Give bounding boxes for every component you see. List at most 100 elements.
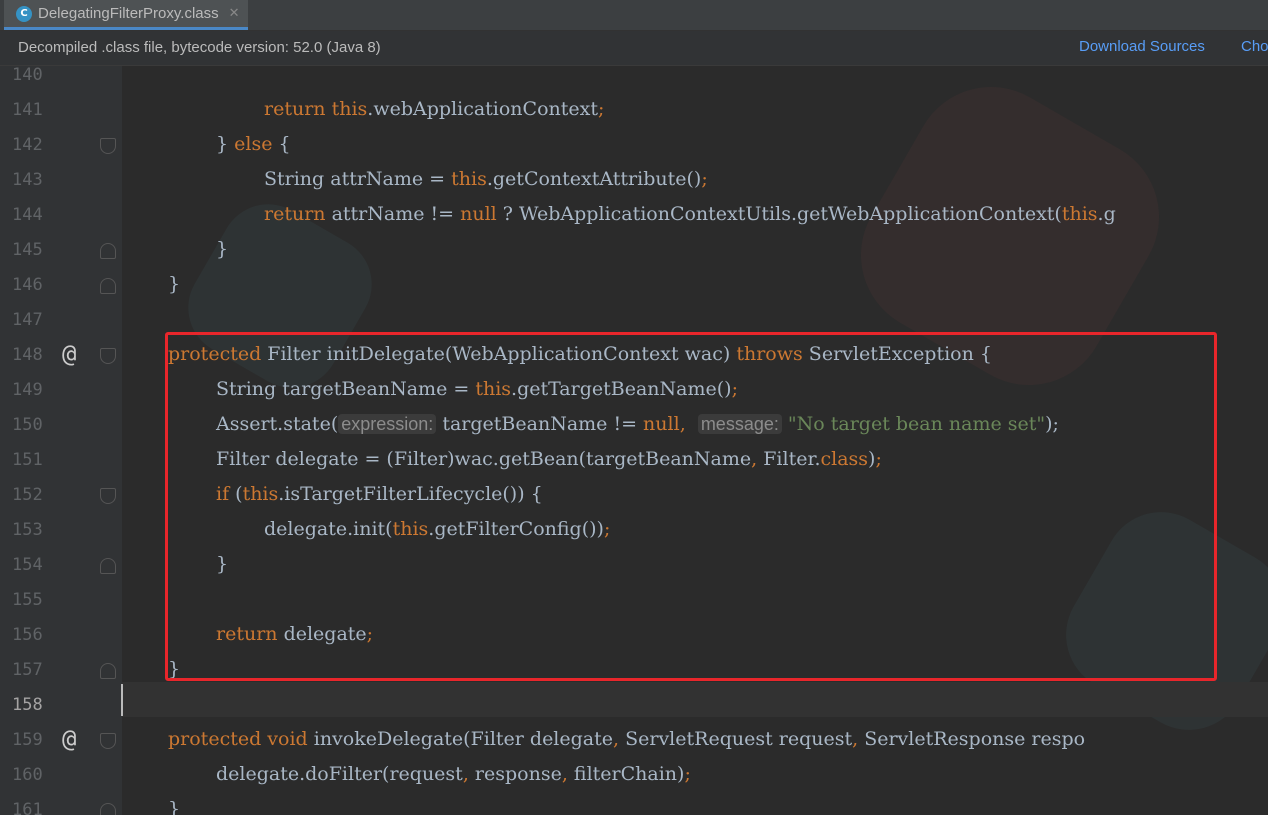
code-line: 151 Filter delegate = (Filter)wac.getBea… bbox=[0, 444, 1268, 479]
line-number: 151 bbox=[12, 450, 43, 470]
class-file-icon: C bbox=[16, 5, 32, 22]
code-token: delegate bbox=[277, 623, 367, 645]
close-icon[interactable]: ✕ bbox=[229, 6, 240, 21]
override-marker-icon[interactable]: @ bbox=[62, 725, 76, 753]
code-line: 149 String targetBeanName = this.getTarg… bbox=[0, 374, 1268, 409]
fold-marker-icon[interactable] bbox=[100, 558, 116, 574]
code-token: .getContextAttribute() bbox=[486, 168, 702, 190]
code-token: Filter. bbox=[763, 448, 821, 470]
code-line: 154 } bbox=[0, 549, 1268, 584]
keyword: this bbox=[451, 168, 487, 190]
fold-marker-icon[interactable] bbox=[100, 243, 116, 259]
semicolon: ; bbox=[603, 518, 611, 540]
keyword: return bbox=[216, 623, 278, 645]
fold-marker-icon[interactable] bbox=[100, 803, 116, 815]
code-line: 158 bbox=[0, 689, 1268, 724]
semicolon: ; bbox=[684, 763, 691, 785]
code-text: Assert.state(expression: targetBeanName … bbox=[216, 413, 1059, 435]
editor-tab-bar: C DelegatingFilterProxy.class ✕ bbox=[0, 0, 1268, 31]
keyword: throws bbox=[736, 343, 803, 365]
keyword: protected bbox=[168, 343, 262, 365]
fold-marker-icon[interactable] bbox=[100, 663, 116, 679]
code-line: 143 String attrName = this.getContextAtt… bbox=[0, 164, 1268, 199]
comma: , bbox=[561, 763, 574, 785]
fold-marker-icon[interactable] bbox=[100, 138, 116, 154]
code-text: delegate.doFilter(request, response, fil… bbox=[216, 763, 691, 785]
code-text: } bbox=[168, 798, 181, 815]
code-token: Filter delegate = (Filter)wac.getBean(ta… bbox=[216, 448, 752, 470]
code-token: .getTargetBeanName() bbox=[511, 378, 732, 400]
keyword: null bbox=[643, 413, 680, 435]
line-number: 143 bbox=[12, 170, 43, 190]
code-line: 155 bbox=[0, 584, 1268, 619]
code-line: 157 } bbox=[0, 654, 1268, 689]
decompiled-notice-banner: Decompiled .class file, bytecode version… bbox=[0, 31, 1268, 66]
semicolon: ; bbox=[598, 98, 605, 120]
keyword: return bbox=[264, 98, 326, 120]
code-line: 141 return this.webApplicationContext; bbox=[0, 94, 1268, 129]
code-token: Filter initDelegate(WebApplicationContex… bbox=[261, 343, 737, 365]
code-line: 145 } bbox=[0, 234, 1268, 269]
code-text: return delegate; bbox=[216, 623, 373, 645]
keyword: this bbox=[331, 98, 368, 120]
code-line: 160 delegate.doFilter(request, response,… bbox=[0, 759, 1268, 794]
keyword: this bbox=[242, 483, 279, 505]
comma: , bbox=[462, 763, 475, 785]
tab-delegating-filter-proxy[interactable]: C DelegatingFilterProxy.class ✕ bbox=[4, 0, 248, 30]
code-token: String attrName = bbox=[264, 168, 452, 190]
string-literal: "No target bean name set" bbox=[781, 413, 1046, 435]
code-line: 156 return delegate; bbox=[0, 619, 1268, 654]
code-text: } bbox=[216, 238, 229, 260]
parameter-hint: message: bbox=[697, 414, 782, 434]
download-sources-link[interactable]: Download Sources bbox=[1079, 38, 1205, 55]
code-token: ); bbox=[1045, 413, 1059, 435]
code-line: 147 bbox=[0, 304, 1268, 339]
semicolon: ; bbox=[366, 623, 374, 645]
code-text: protected Filter initDelegate(WebApplica… bbox=[168, 343, 992, 365]
code-text: if (this.isTargetFilterLifecycle()) { bbox=[216, 483, 543, 505]
code-token: ServletRequest request bbox=[625, 728, 853, 750]
code-line: 140 bbox=[0, 66, 1268, 94]
fold-marker-icon[interactable] bbox=[100, 488, 116, 504]
line-number: 159 bbox=[12, 730, 43, 750]
semicolon: ; bbox=[875, 448, 882, 470]
code-editor[interactable]: 140 141 return this.webApplicationContex… bbox=[0, 66, 1268, 815]
code-token: .g bbox=[1097, 203, 1116, 225]
semicolon: ; bbox=[731, 378, 738, 400]
keyword: null bbox=[460, 203, 497, 225]
line-number: 142 bbox=[12, 135, 43, 155]
code-token: { bbox=[272, 133, 291, 155]
line-number: 144 bbox=[12, 205, 43, 225]
fold-marker-icon[interactable] bbox=[100, 278, 116, 294]
line-number: 150 bbox=[12, 415, 43, 435]
fold-marker-icon[interactable] bbox=[100, 348, 116, 364]
comma: , bbox=[613, 728, 626, 750]
choose-sources-link[interactable]: Cho bbox=[1241, 38, 1268, 55]
line-number: 153 bbox=[12, 520, 43, 540]
keyword: this bbox=[475, 378, 512, 400]
line-number: 145 bbox=[12, 240, 43, 260]
decompiled-message: Decompiled .class file, bytecode version… bbox=[18, 39, 381, 56]
code-text: return this.webApplicationContext; bbox=[264, 98, 604, 120]
code-token: ServletException { bbox=[802, 343, 992, 365]
line-number: 140 bbox=[12, 66, 43, 85]
fold-marker-icon[interactable] bbox=[100, 733, 116, 749]
code-text: } else { bbox=[216, 133, 291, 155]
code-token: response bbox=[474, 763, 562, 785]
code-text: return attrName != null ? WebApplication… bbox=[264, 203, 1116, 225]
code-line: 161 } bbox=[0, 794, 1268, 815]
code-line: 148 @ protected Filter initDelegate(WebA… bbox=[0, 339, 1268, 374]
parameter-hint: expression: bbox=[338, 414, 437, 434]
line-number: 152 bbox=[12, 485, 43, 505]
code-token: .webApplicationContext bbox=[367, 98, 598, 120]
comma: , bbox=[852, 728, 865, 750]
line-number: 147 bbox=[12, 310, 43, 330]
line-number: 146 bbox=[12, 275, 43, 295]
line-number: 141 bbox=[12, 100, 43, 120]
keyword: this bbox=[392, 518, 429, 540]
override-marker-icon[interactable]: @ bbox=[62, 340, 76, 368]
code-text: } bbox=[168, 273, 181, 295]
code-line: 150 Assert.state(expression: targetBeanN… bbox=[0, 409, 1268, 444]
line-number: 160 bbox=[12, 765, 43, 785]
code-token: ? WebApplicationContextUtils.getWebAppli… bbox=[496, 203, 1062, 225]
